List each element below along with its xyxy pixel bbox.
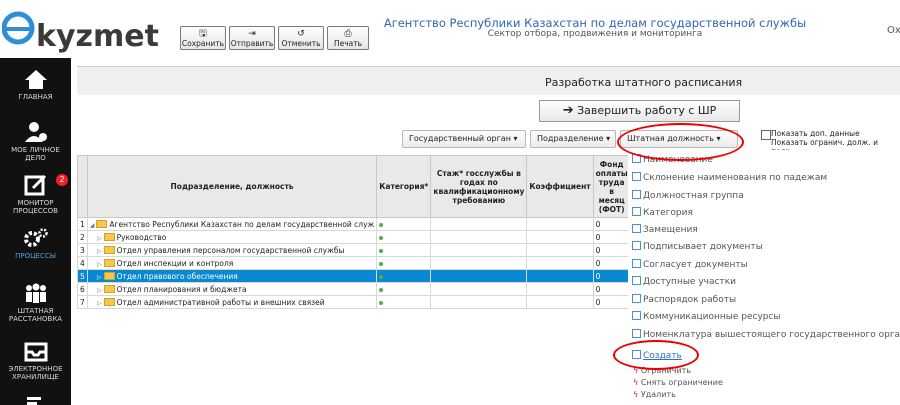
finish-staffing-button[interactable]: ➔ Завершить работу с ШР <box>539 100 740 122</box>
collapsed-arrow-icon[interactable]: ▷ <box>97 274 102 281</box>
collapsed-arrow-icon[interactable]: ▷ <box>97 248 102 255</box>
copy-icon <box>632 224 641 233</box>
send-icon: ⇥ <box>248 29 256 39</box>
caret-down-icon: ▾ <box>606 134 611 143</box>
caret-down-icon: ▾ <box>513 134 518 143</box>
folder-icon <box>103 232 115 241</box>
arrow-right-icon: ➔ <box>562 103 574 118</box>
notification-badge: 2 <box>56 174 68 186</box>
col-rownum <box>77 155 88 218</box>
copy-icon <box>632 190 641 199</box>
status-dot-icon <box>379 261 384 266</box>
filter-subdivision[interactable]: Подразделение ▾ <box>530 130 616 148</box>
agency-title: Агентство Республики Казахстан по делам … <box>383 16 807 30</box>
sidebar-item-personal-file[interactable]: МОЕ ЛИЧНОЕ ДЕЛО <box>0 115 71 173</box>
copy-icon <box>632 294 641 303</box>
title-bar <box>77 66 900 95</box>
copy-icon <box>632 276 641 285</box>
copy-icon <box>632 311 641 320</box>
action-remove-restriction[interactable]: ϟ Снять ограничение <box>633 378 723 387</box>
lightning-icon: ϟ <box>633 378 639 387</box>
copy-icon <box>632 259 641 268</box>
sidebar-item-home[interactable]: ГЛАВНАЯ <box>0 62 71 120</box>
collapsed-arrow-icon[interactable]: ▷ <box>97 261 102 268</box>
expanded-arrow-icon[interactable]: ◢ <box>90 222 95 229</box>
table-row[interactable]: 4 ▷ Отдел инспекции и контроля 0 <box>77 256 631 270</box>
filter-government-body[interactable]: Государственный орган ▾ <box>402 130 526 148</box>
col-name[interactable]: Подразделение, должность <box>86 155 378 218</box>
cancel-button[interactable]: ↺ Отменить <box>278 26 324 50</box>
menu-item-replacements[interactable]: Замещения <box>632 224 698 235</box>
user-name[interactable]: Ох <box>887 25 900 36</box>
table-row-selected[interactable]: 5 ▷ Отдел правового обеспечения 0 <box>77 269 631 283</box>
collapsed-arrow-icon[interactable]: ▷ <box>97 235 102 242</box>
lightning-icon: ϟ <box>633 390 639 399</box>
folder-icon <box>103 245 115 254</box>
menu-item-nomenclature[interactable]: Номенклатура вышестоящего государственно… <box>632 329 900 340</box>
collapsed-arrow-icon[interactable]: ▷ <box>97 287 102 294</box>
folder-icon <box>96 219 108 228</box>
col-fund[interactable]: Фонд оплаты труда в месяц (ФОТ) <box>592 155 631 218</box>
status-dot-icon <box>379 274 384 279</box>
staffing-table: Подразделение, должность Категория* Стаж… <box>77 155 631 309</box>
save-button[interactable]: 🖫 Сохранить <box>180 26 226 50</box>
undo-icon: ↺ <box>297 29 305 39</box>
menu-item-declension[interactable]: Склонение наименования по падежам <box>632 172 827 183</box>
action-delete[interactable]: ϟ Удалить <box>633 390 676 399</box>
annotation-circle <box>617 123 744 161</box>
table-row[interactable]: 2 ▷ Руководство 0 <box>77 230 631 244</box>
menu-item-approves-documents[interactable]: Согласует документы <box>632 259 748 270</box>
list-edit-icon[interactable] <box>25 394 47 405</box>
annotation-circle <box>613 340 699 370</box>
page-title: Разработка штатного расписания <box>545 76 743 89</box>
folder-icon <box>103 284 115 293</box>
gears-icon <box>23 228 48 247</box>
col-category[interactable]: Категория* <box>376 155 432 218</box>
status-dot-icon <box>379 300 384 305</box>
table-row[interactable]: 7 ▷ Отдел административной работы и внешн… <box>77 295 631 309</box>
staff-icon <box>25 283 46 303</box>
save-icon: 🖫 <box>199 29 207 39</box>
menu-item-available-areas[interactable]: Доступные участки <box>632 276 736 287</box>
folder-icon <box>103 258 115 267</box>
sector-subtitle: Сектор отбора, продвижения и мониторинга <box>487 29 703 39</box>
home-icon <box>24 70 47 89</box>
sidebar-item-storage[interactable]: ЭЛЕКТРОННОЕ ХРАНИЛИЩЕ <box>0 334 71 392</box>
copy-icon <box>632 329 641 338</box>
status-dot-icon <box>379 287 384 292</box>
sidebar-item-processes[interactable]: ПРОЦЕССЫ <box>0 221 71 279</box>
folder-icon <box>103 271 115 280</box>
menu-item-communication-resources[interactable]: Коммуникационные ресурсы <box>632 311 781 322</box>
ekyzmet-logo[interactable]: kyzmet <box>2 2 162 56</box>
sidebar-item-staffing[interactable]: ШТАТНАЯ РАССТАНОВКА <box>0 276 71 334</box>
table-row[interactable]: 6 ▷ Отдел планирования и бюджета 0 <box>77 282 631 296</box>
show-extra-checkbox[interactable] <box>761 130 771 140</box>
status-dot-icon <box>379 235 384 240</box>
folder-icon <box>103 297 115 306</box>
menu-item-position-group[interactable]: Должностная группа <box>632 190 744 201</box>
inbox-icon <box>24 342 47 362</box>
col-coefficient[interactable]: Коэффициент <box>526 155 594 218</box>
copy-icon <box>632 207 641 216</box>
personal-file-icon <box>24 122 47 142</box>
status-dot-icon <box>379 222 384 227</box>
send-button[interactable]: ⇥ Отправить <box>229 26 275 50</box>
menu-item-work-schedule[interactable]: Распорядок работы <box>632 294 736 305</box>
copy-icon <box>632 172 641 181</box>
table-row[interactable]: 3 ▷ Отдел управления персоналом государст… <box>77 243 631 257</box>
svg-text:kyzmet: kyzmet <box>36 19 159 54</box>
menu-item-signs-documents[interactable]: Подписывает документы <box>632 241 763 252</box>
monitor-edit-icon <box>24 174 46 196</box>
status-dot-icon <box>379 248 384 253</box>
collapsed-arrow-icon[interactable]: ▷ <box>97 300 102 307</box>
menu-item-category[interactable]: Категория <box>632 207 693 218</box>
table-row[interactable]: 1 ◢ Агентство Республики Казахстан по дел… <box>77 217 631 231</box>
copy-icon <box>632 241 641 250</box>
col-experience[interactable]: Стаж* госслужбы в годах по квалификацион… <box>430 155 528 218</box>
